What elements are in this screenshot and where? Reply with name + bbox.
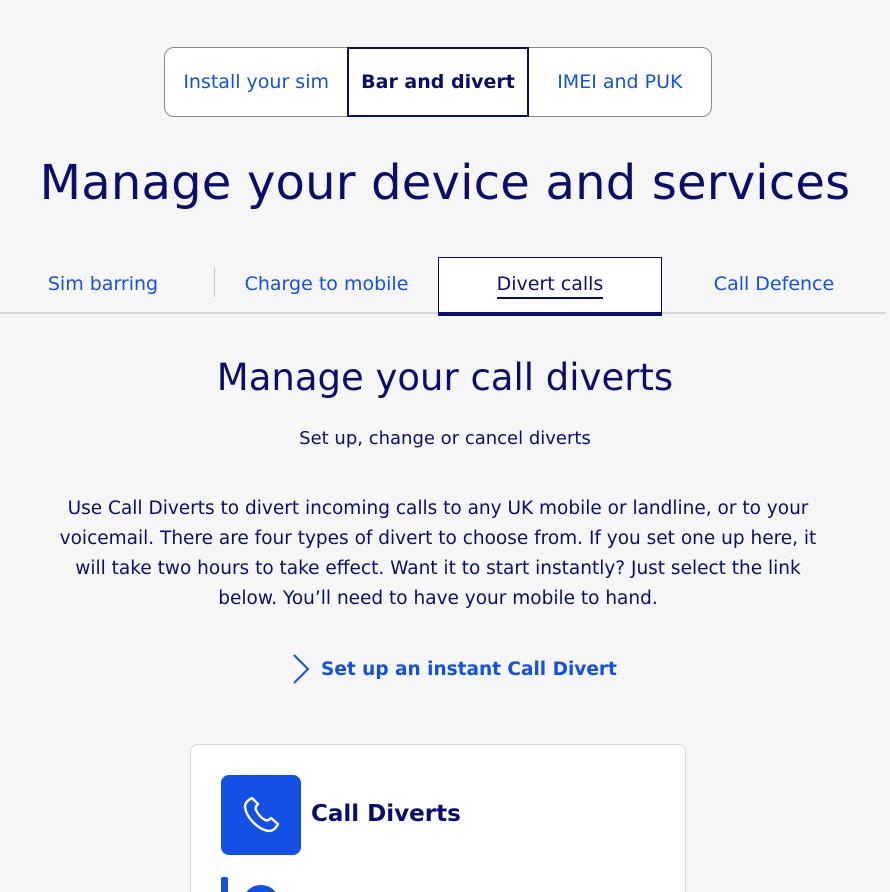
phone-icon	[221, 775, 301, 855]
instant-divert-link[interactable]: Set up an instant Call Divert	[290, 652, 617, 686]
call-diverts-card[interactable]: Call Diverts	[190, 744, 686, 892]
section-title: Manage your call diverts	[216, 356, 674, 399]
tab-divert-calls-label: Divert calls	[496, 273, 604, 299]
section-body: Use Call Diverts to divert incoming call…	[59, 498, 817, 609]
section-subtitle: Set up, change or cancel diverts	[299, 428, 591, 449]
tab-install-your-sim[interactable]: Install your sim	[165, 48, 347, 116]
tab-divert-calls[interactable]: Divert calls	[438, 257, 662, 316]
top-segmented-control: Install your sim Bar and divert IMEI and…	[164, 47, 712, 117]
chevron-right-icon	[293, 654, 310, 684]
service-tabs: Sim barring Charge to mobile Divert call…	[0, 256, 886, 316]
tab-bar-and-divert[interactable]: Bar and divert	[347, 47, 529, 117]
tab-call-defence[interactable]: Call Defence	[662, 256, 886, 312]
tab-sim-barring[interactable]: Sim barring	[0, 256, 206, 312]
tab-charge-to-mobile[interactable]: Charge to mobile	[215, 256, 438, 312]
settings-icon	[221, 875, 301, 892]
page: Install your sim Bar and divert IMEI and…	[0, 0, 890, 892]
instant-divert-link-label: Set up an instant Call Divert	[321, 658, 617, 680]
page-title: Manage your device and services	[39, 155, 851, 211]
tab-imei-and-puk[interactable]: IMEI and PUK	[529, 48, 711, 116]
card-title: Call Diverts	[311, 801, 461, 827]
